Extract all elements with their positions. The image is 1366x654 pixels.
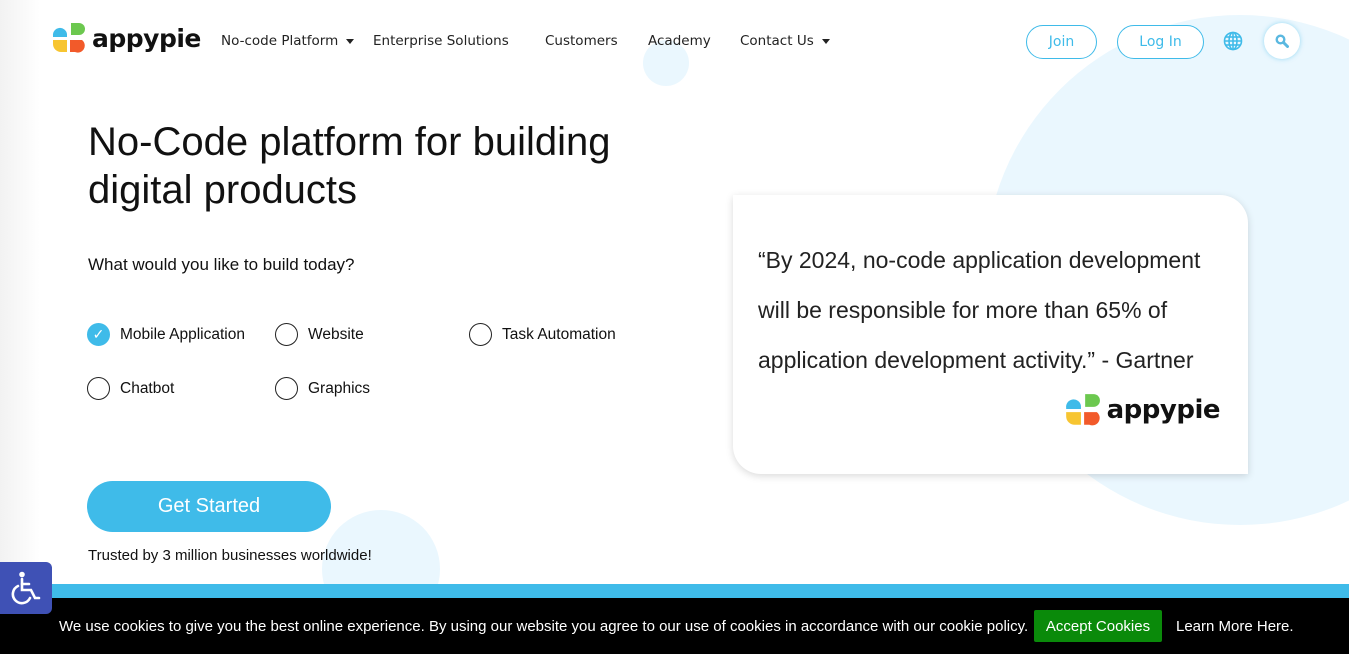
wheelchair-icon: [11, 571, 41, 605]
accent-bar: [0, 584, 1349, 598]
radio-icon: [275, 377, 298, 400]
chevron-down-icon: [821, 38, 830, 44]
search-button[interactable]: [1264, 23, 1300, 59]
search-icon: [1275, 34, 1289, 48]
nav-enterprise-solutions[interactable]: Enterprise Solutions: [373, 33, 509, 49]
cookie-banner: We use cookies to give you the best onli…: [0, 598, 1349, 654]
radio-icon: [275, 323, 298, 346]
accept-cookies-button[interactable]: Accept Cookies: [1034, 610, 1162, 642]
accessibility-button[interactable]: [0, 562, 52, 614]
appypie-logo-icon: [52, 23, 85, 53]
nav-contact-us[interactable]: Contact Us: [740, 33, 830, 49]
chevron-down-icon: [346, 38, 355, 44]
trust-text: Trusted by 3 million businesses worldwid…: [88, 547, 372, 564]
quote-card: “By 2024, no-code application developmen…: [733, 195, 1248, 474]
option-mobile-application[interactable]: ✓ Mobile Application: [87, 323, 245, 346]
nav-no-code-platform[interactable]: No-code Platform: [221, 33, 355, 49]
option-website[interactable]: Website: [275, 323, 364, 346]
appypie-logo-icon: [1065, 394, 1100, 426]
check-icon: ✓: [87, 323, 110, 346]
page-title: No-Code platform for building digital pr…: [88, 120, 611, 212]
globe-icon[interactable]: [1223, 31, 1243, 51]
build-question: What would you like to build today?: [88, 255, 355, 274]
learn-more-link[interactable]: Learn More Here.: [1176, 618, 1294, 635]
get-started-button[interactable]: Get Started: [87, 481, 331, 532]
login-button[interactable]: Log In: [1117, 25, 1204, 59]
page: appypie No-code Platform Enterprise Solu…: [0, 0, 1349, 654]
nav-customers[interactable]: Customers: [545, 33, 618, 49]
radio-icon: [469, 323, 492, 346]
appypie-logo: appypie: [1063, 391, 1221, 429]
cookie-message: We use cookies to give you the best onli…: [59, 618, 1029, 635]
join-button[interactable]: Join: [1026, 25, 1097, 59]
option-graphics[interactable]: Graphics: [275, 377, 370, 400]
radio-icon: [87, 377, 110, 400]
nav-academy[interactable]: Academy: [648, 33, 711, 49]
option-task-automation[interactable]: Task Automation: [469, 323, 616, 346]
option-chatbot[interactable]: Chatbot: [87, 377, 174, 400]
quote-text: “By 2024, no-code application developmen…: [758, 247, 1201, 373]
appypie-logo[interactable]: appypie: [50, 20, 201, 56]
